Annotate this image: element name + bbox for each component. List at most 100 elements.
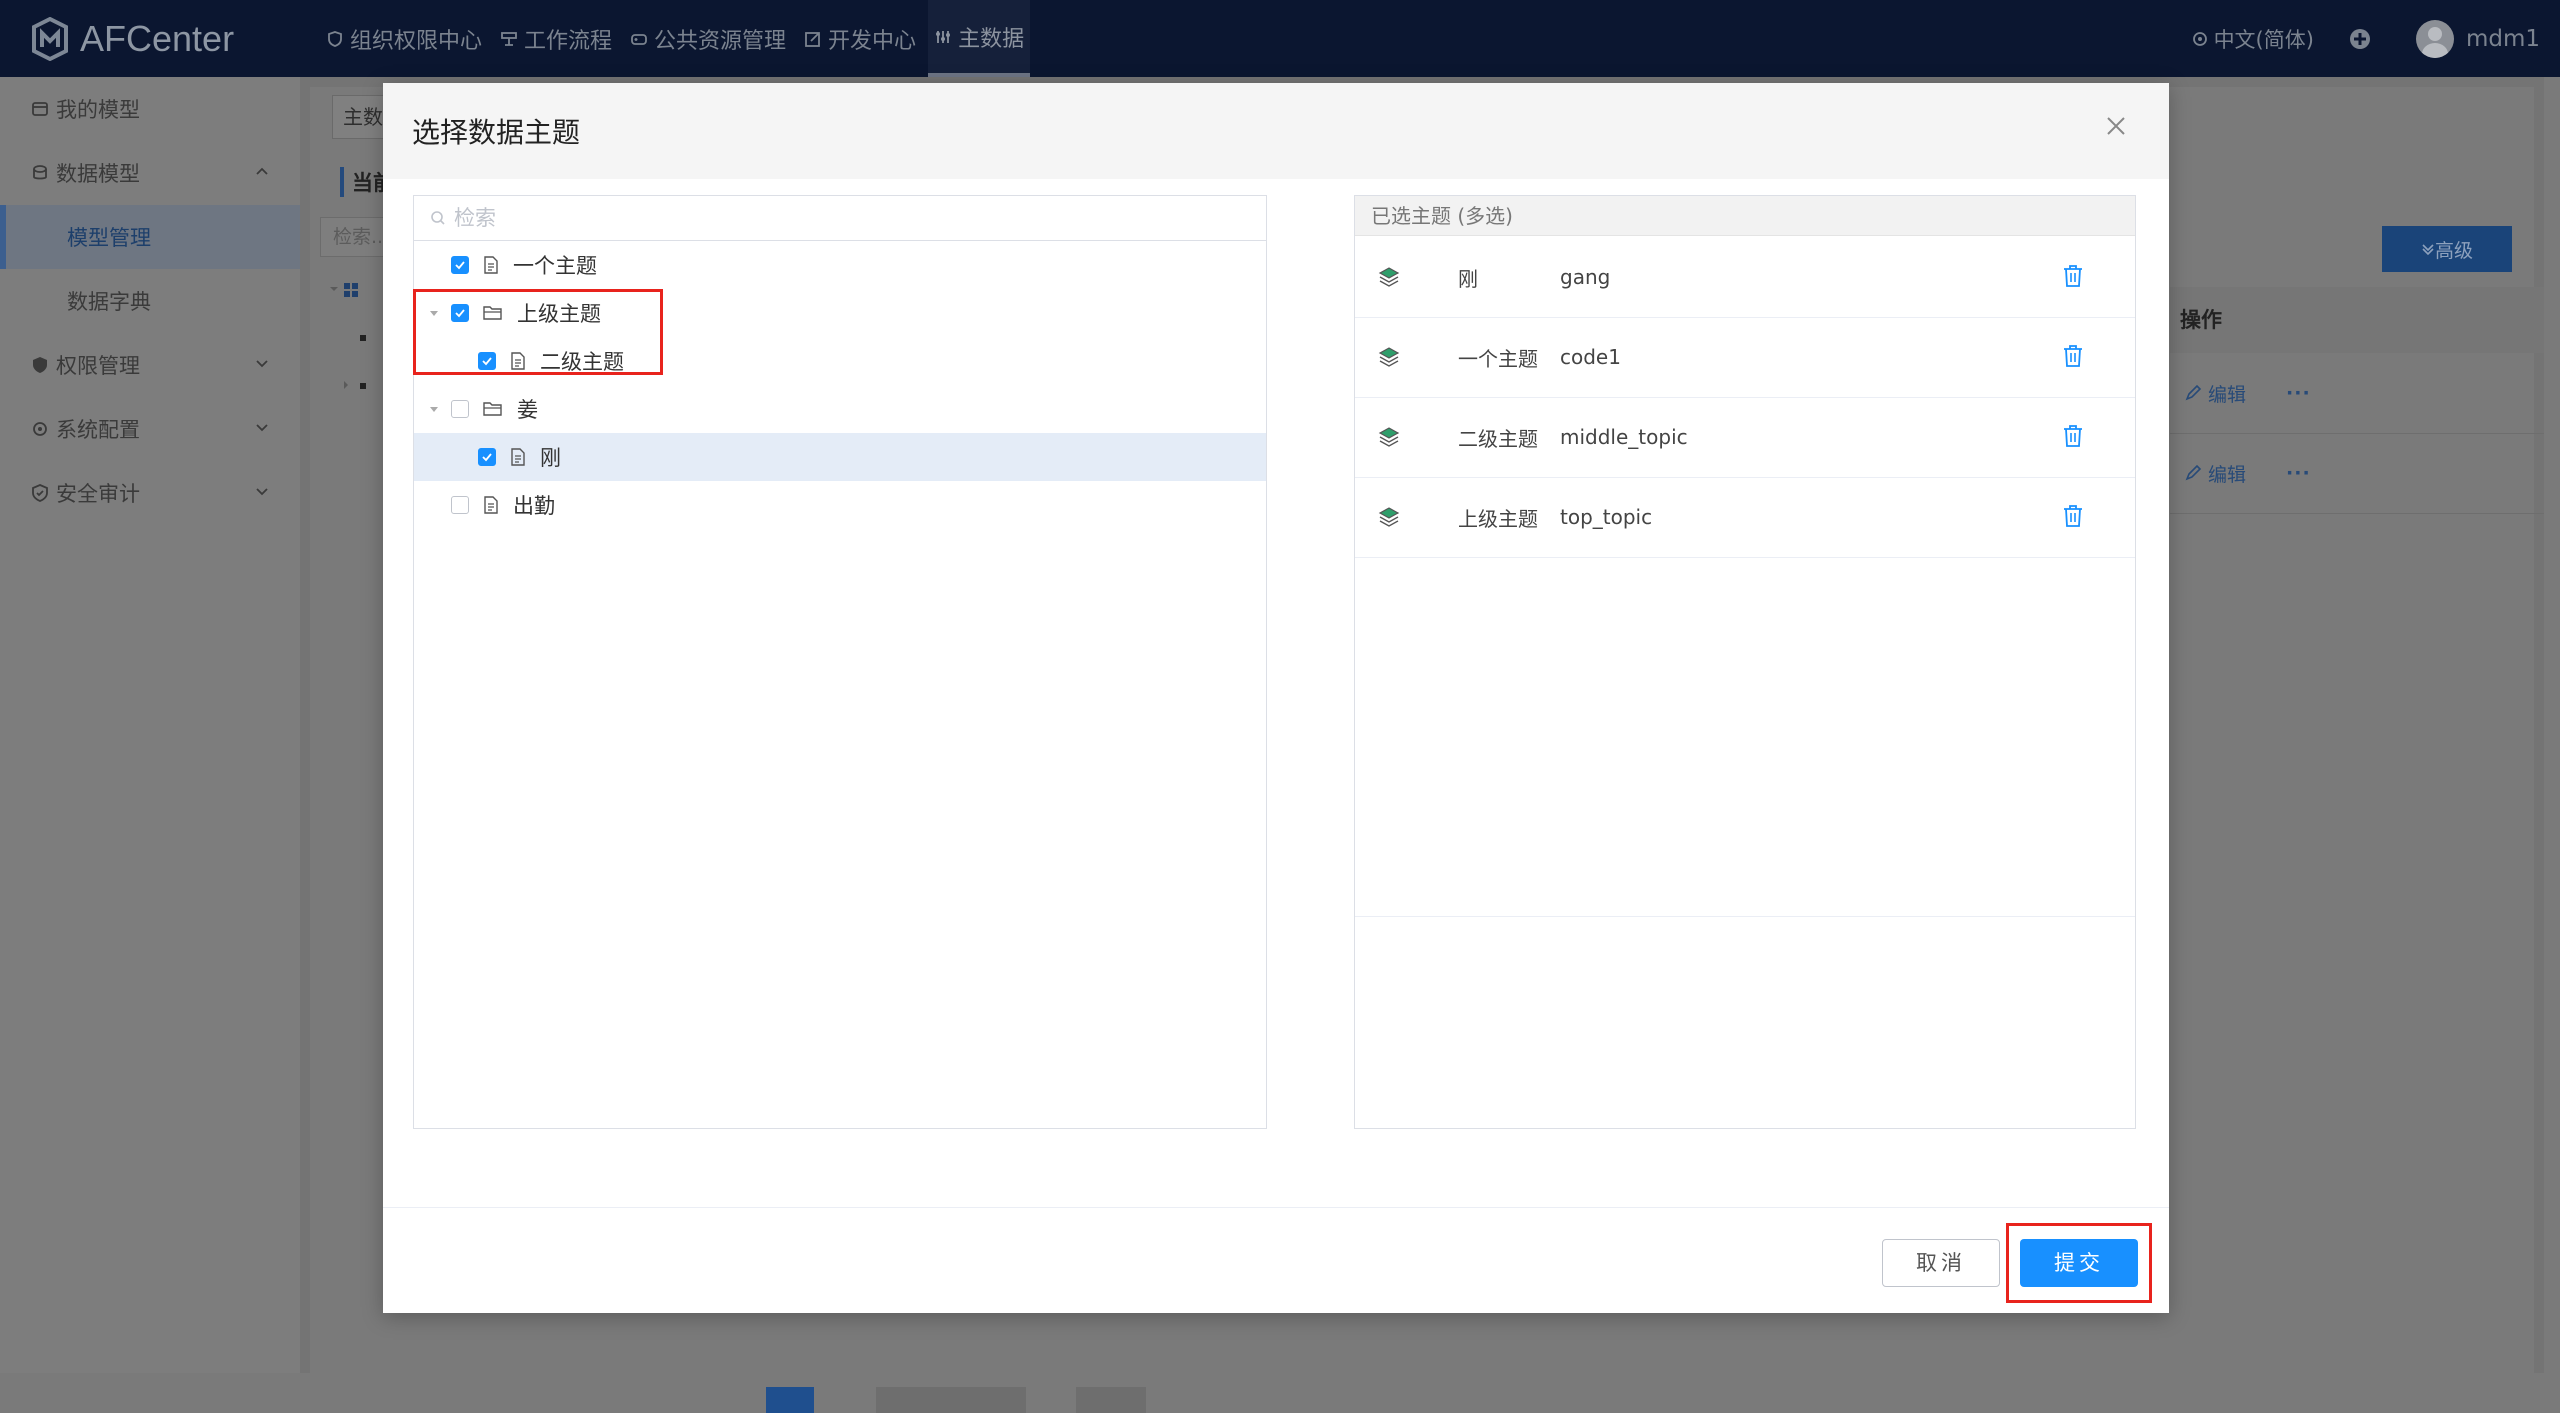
sidebar-item-system-config[interactable]: 系统配置 — [0, 397, 300, 461]
selected-code: gang — [1560, 265, 1611, 289]
highlight-box — [413, 289, 663, 375]
globe-icon — [2192, 31, 2207, 46]
pager-current[interactable] — [766, 1387, 814, 1413]
edit-link[interactable]: 编辑 — [2208, 460, 2246, 487]
edit-icon — [805, 31, 820, 47]
tree-node[interactable]: 出勤 — [414, 481, 1266, 529]
add-button[interactable] — [2348, 27, 2372, 51]
sidebar-item-permissions[interactable]: 权限管理 — [0, 333, 300, 397]
username[interactable]: mdm1 — [2466, 26, 2540, 52]
tree-node[interactable]: 一个主题 — [414, 241, 1266, 289]
nav-item-master-data[interactable]: 主数据 — [928, 0, 1031, 77]
checkbox[interactable] — [451, 496, 469, 514]
chevron-down-icon — [256, 360, 268, 368]
sidebar-item-label: 权限管理 — [56, 354, 140, 378]
selected-name: 上级主题 — [1458, 506, 1538, 531]
page-scrollbar[interactable] — [2544, 77, 2560, 1373]
trash-icon[interactable] — [2062, 264, 2084, 288]
tree-row[interactable] — [320, 315, 380, 363]
file-icon — [484, 496, 498, 514]
shield-icon — [33, 357, 47, 373]
logo-icon — [32, 17, 68, 61]
dialog-header: 选择数据主题 — [383, 83, 2169, 179]
search-input[interactable] — [452, 205, 1216, 231]
nav-item-label: 组织权限中心 — [350, 28, 483, 54]
tree-search — [414, 196, 1266, 241]
top-right: 中文(简体) mdm1 — [2192, 0, 2560, 77]
chevron-down-icon — [256, 488, 268, 496]
chevron-up-icon — [256, 167, 268, 175]
avatar[interactable] — [2415, 19, 2454, 58]
tree-node[interactable]: 刚 — [414, 433, 1266, 481]
trash-icon[interactable] — [2062, 504, 2084, 528]
database-icon — [33, 165, 47, 180]
chevron-double-down-icon — [2422, 244, 2434, 256]
sidebar-item-model-management[interactable]: 模型管理 — [0, 205, 300, 269]
nav-item-resources[interactable]: 公共资源管理 — [624, 0, 792, 77]
more-button[interactable]: ··· — [2286, 462, 2311, 484]
nav-item-label: 开发中心 — [828, 28, 917, 54]
top-navbar: AFCenter 组织权限中心 工作流程 公共资源管理 开发中心 主数据 中文(… — [0, 0, 2560, 77]
language-switch[interactable]: 中文(简体) — [2192, 24, 2314, 54]
pencil-icon — [2185, 464, 2202, 481]
nav-item-label: 工作流程 — [524, 28, 613, 54]
selected-item: 上级主题 top_topic — [1355, 477, 2135, 558]
layers-icon — [1378, 347, 1400, 367]
sidebar-item-label: 安全审计 — [56, 482, 140, 506]
expand-caret[interactable] — [426, 401, 442, 417]
checkbox[interactable] — [451, 256, 469, 274]
model-icon — [32, 102, 48, 116]
trash-icon[interactable] — [2062, 424, 2084, 448]
sidebar-item-label: 模型管理 — [67, 226, 151, 250]
checkbox[interactable] — [478, 448, 496, 466]
caret-down-icon — [430, 407, 438, 412]
nav-item-workflow[interactable]: 工作流程 — [494, 0, 618, 77]
selected-code: code1 — [1560, 345, 1621, 369]
layers-icon — [1378, 267, 1400, 287]
checkbox[interactable] — [451, 400, 469, 418]
highlight-box — [2006, 1223, 2152, 1303]
flow-icon — [501, 31, 517, 46]
selected-item: 二级主题 middle_topic — [1355, 397, 2135, 478]
edit-link[interactable]: 编辑 — [2208, 380, 2246, 407]
advanced-label: 高级 — [2434, 239, 2473, 262]
check-icon — [482, 453, 492, 462]
pager-jump[interactable] — [1076, 1387, 1146, 1413]
table-row: 编辑 ··· — [2170, 353, 2554, 434]
sidebar-item-label: 数据字典 — [67, 290, 151, 314]
tree-node-label: 姜 — [517, 398, 538, 422]
more-button[interactable]: ··· — [2286, 382, 2311, 404]
trash-icon[interactable] — [2062, 344, 2084, 368]
column-header-action: 操作 — [2170, 287, 2550, 353]
sidebar-item-data-model[interactable]: 数据模型 — [0, 141, 300, 205]
selected-item: 刚 gang — [1355, 237, 2135, 318]
sidebar-item-security-audit[interactable]: 安全审计 — [0, 461, 300, 525]
tree-node-label: 一个主题 — [513, 254, 597, 278]
folder-open-icon — [483, 402, 502, 416]
grid-icon — [330, 283, 358, 297]
close-button[interactable] — [2101, 111, 2131, 141]
nav-item-dev[interactable]: 开发中心 — [798, 0, 922, 77]
pencil-icon — [2185, 384, 2202, 401]
gamepad-icon — [631, 33, 647, 45]
plus-circle-icon — [2349, 28, 2370, 49]
tree-node[interactable]: 姜 — [414, 385, 1266, 433]
cancel-button[interactable]: 取消 — [1882, 1239, 2000, 1287]
selected-name: 一个主题 — [1458, 346, 1538, 371]
sidebar-item-data-dictionary[interactable]: 数据字典 — [0, 269, 300, 333]
tree-row[interactable] — [320, 363, 380, 411]
selected-topics-panel: 已选主题 (多选) 刚 gang 一个主题 code1 二级主题 middle_… — [1354, 195, 2136, 1129]
tree-node-label: 刚 — [540, 446, 561, 470]
dialog-title: 选择数据主题 — [412, 116, 581, 149]
nav-item-org[interactable]: 组织权限中心 — [320, 0, 488, 77]
language-label: 中文(简体) — [2213, 27, 2314, 52]
pager-size[interactable] — [876, 1387, 1026, 1413]
chevron-down-icon — [256, 424, 268, 432]
app-logo[interactable]: AFCenter — [30, 16, 234, 62]
selected-header: 已选主题 (多选) — [1355, 196, 2135, 236]
select-topic-dialog: 选择数据主题 一个主题 — [383, 83, 2169, 1313]
advanced-button[interactable]: 高级 — [2382, 226, 2512, 272]
sidebar-item-my-model[interactable]: 我的模型 — [0, 77, 300, 141]
tree-row[interactable] — [320, 267, 380, 315]
node-icon — [344, 381, 366, 389]
